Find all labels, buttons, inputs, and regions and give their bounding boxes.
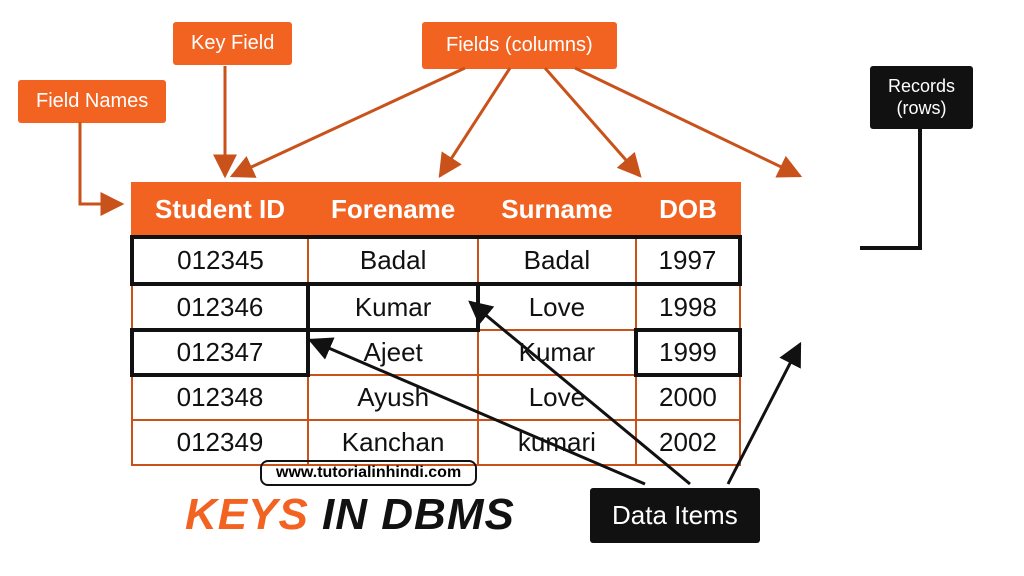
source-url: www.tutorialinhindi.com: [260, 460, 477, 486]
label-field-names: Field Names: [18, 80, 166, 123]
table-row: 012347 Ajeet Kumar 1999: [132, 330, 740, 375]
cell: 012348: [132, 375, 308, 420]
label-key-field: Key Field: [173, 22, 292, 65]
cell: 1999: [636, 330, 741, 375]
table-header-row: Student ID Forename Surname DOB: [132, 183, 740, 237]
cell: kumari: [478, 420, 635, 465]
cell: Kanchan: [308, 420, 478, 465]
cell: Kumar: [308, 284, 478, 330]
col-dob: DOB: [636, 183, 741, 237]
table-row: 012349 Kanchan kumari 2002: [132, 420, 740, 465]
student-table: Student ID Forename Surname DOB 012345 B…: [130, 182, 742, 466]
cell: 012347: [132, 330, 308, 375]
cell: Kumar: [478, 330, 635, 375]
cell: Badal: [478, 237, 635, 284]
cell: 2000: [636, 375, 741, 420]
table-row: 012346 Kumar Love 1998: [132, 284, 740, 330]
col-student-id: Student ID: [132, 183, 308, 237]
label-data-items: Data Items: [590, 488, 760, 543]
cell: 012349: [132, 420, 308, 465]
cell: 012346: [132, 284, 308, 330]
cell: Ayush: [308, 375, 478, 420]
cell: 012345: [132, 237, 308, 284]
cell: 1997: [636, 237, 741, 284]
page-title: KEYS IN DBMS: [185, 490, 515, 540]
label-fields-columns: Fields (columns): [422, 22, 617, 69]
title-part2: IN DBMS: [322, 490, 515, 539]
cell: Love: [478, 284, 635, 330]
col-surname: Surname: [478, 183, 635, 237]
cell: Love: [478, 375, 635, 420]
cell: Badal: [308, 237, 478, 284]
table-row: 012345 Badal Badal 1997: [132, 237, 740, 284]
table-row: 012348 Ayush Love 2000: [132, 375, 740, 420]
label-records-rows: Records (rows): [870, 66, 973, 129]
cell: Ajeet: [308, 330, 478, 375]
title-part1: KEYS: [185, 490, 322, 539]
cell: 1998: [636, 284, 741, 330]
col-forename: Forename: [308, 183, 478, 237]
cell: 2002: [636, 420, 741, 465]
